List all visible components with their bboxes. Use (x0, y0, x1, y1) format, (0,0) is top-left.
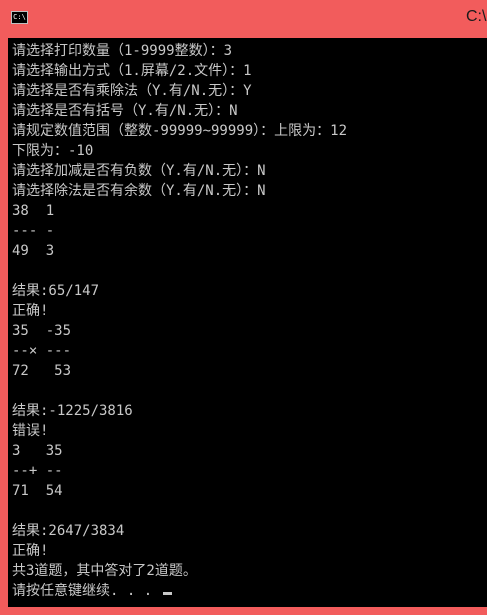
console-line: 49 3 (12, 243, 55, 259)
console-line: 结果:-1225/3816 (12, 403, 133, 419)
console-line: 请选择除法是否有余数（Y.有/N.无）：N (12, 183, 266, 199)
text-cursor (162, 592, 172, 595)
console-line: --+ -- (12, 463, 63, 479)
console-line: 结果:2647/3834 (12, 523, 125, 539)
console-line: 请按任意键继续. . . (12, 583, 161, 599)
console-line: --× --- (12, 343, 72, 359)
console-line: 请选择打印数量（1-9999整数）：3 (12, 43, 233, 59)
console-line: 72 53 (12, 363, 72, 379)
console-line: 结果:65/147 (12, 283, 100, 299)
console-line: 71 54 (12, 483, 63, 499)
console-output-area[interactable]: 请选择打印数量（1-9999整数）：3 请选择输出方式（1.屏幕/2.文件）：1… (8, 38, 487, 607)
console-line: 正确! (12, 543, 49, 559)
console-app-icon[interactable]: C:\ (11, 11, 28, 24)
console-line: 35 -35 (12, 323, 72, 339)
console-line: 请选择是否有括号（Y.有/N.无）：N (12, 103, 238, 119)
console-line: 下限为：-10 (12, 143, 94, 159)
console-window: C:\ C:\ 请选择打印数量（1-9999整数）：3 请选择输出方式（1.屏幕… (0, 0, 487, 615)
console-line: 请规定数值范围（整数-99999~99999）：上限为：12 (12, 123, 348, 139)
console-line: 请选择输出方式（1.屏幕/2.文件）：1 (12, 63, 252, 79)
window-title: C:\ (466, 8, 487, 25)
console-text: 请选择打印数量（1-9999整数）：3 请选择输出方式（1.屏幕/2.文件）：1… (8, 38, 487, 601)
console-line: 共3道题，其中答对了2道题。 (12, 563, 197, 579)
title-bar[interactable]: C:\ C:\ (0, 0, 487, 38)
console-line: 38 1 (12, 203, 55, 219)
console-line: --- - (12, 223, 55, 239)
console-line: 正确! (12, 303, 49, 319)
console-line: 错误! (12, 423, 49, 439)
window-bottom-border (0, 607, 487, 615)
console-line: 请选择加减是否有负数（Y.有/N.无）：N (12, 163, 266, 179)
console-line: 3 35 (12, 443, 63, 459)
console-line: 请选择是否有乘除法（Y.有/N.无）：Y (12, 83, 252, 99)
